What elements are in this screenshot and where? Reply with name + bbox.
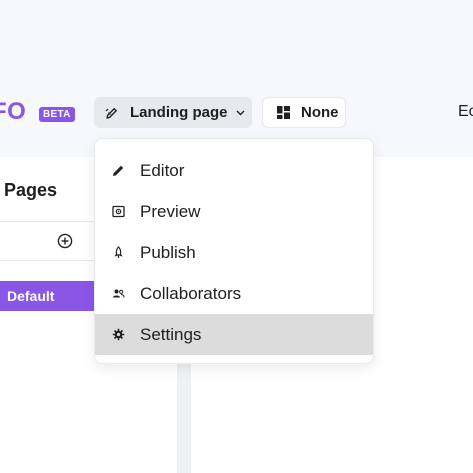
layout-selector-label: None	[301, 104, 339, 121]
menu-item-collaborators[interactable]: Collaborators	[95, 273, 373, 314]
users-icon	[111, 287, 125, 301]
sidebar-item-default[interactable]: Default	[0, 281, 96, 311]
menu-item-label: Collaborators	[140, 283, 242, 303]
menu-item-label: Settings	[140, 324, 202, 344]
sidebar-divider	[0, 221, 95, 222]
menu-item-label: Editor	[140, 160, 185, 180]
layout-selector-button[interactable]: None	[262, 97, 346, 128]
logo[interactable]: FO	[0, 98, 26, 126]
chevron-down-icon	[236, 110, 245, 116]
top-bar	[0, 0, 473, 157]
menu-item-label: Publish	[140, 242, 196, 262]
plus-circle-icon[interactable]	[56, 232, 74, 250]
grid-icon	[275, 105, 291, 121]
page-selector-button[interactable]: Landing page	[94, 97, 252, 128]
menu-item-label: Preview	[140, 201, 201, 221]
header-edge-text: Ec	[458, 103, 473, 120]
preview-icon	[111, 205, 125, 219]
menu-item-settings[interactable]: Settings	[95, 314, 373, 355]
rocket-icon	[111, 246, 125, 260]
menu-item-editor[interactable]: Editor	[95, 150, 373, 191]
page-actions-dropdown: Editor Preview Publish Collaborators Set…	[94, 138, 374, 364]
pages-title: Pages	[4, 180, 58, 200]
sidebar-divider	[0, 260, 95, 261]
menu-item-preview[interactable]: Preview	[95, 191, 373, 232]
scroll-track	[177, 364, 191, 473]
gear-icon	[111, 328, 125, 342]
beta-badge: BETA	[39, 107, 75, 122]
edit-pencil-icon	[104, 105, 120, 121]
menu-item-publish[interactable]: Publish	[95, 232, 373, 273]
page-selector-label: Landing page	[130, 104, 228, 121]
pencil-icon	[111, 164, 125, 178]
